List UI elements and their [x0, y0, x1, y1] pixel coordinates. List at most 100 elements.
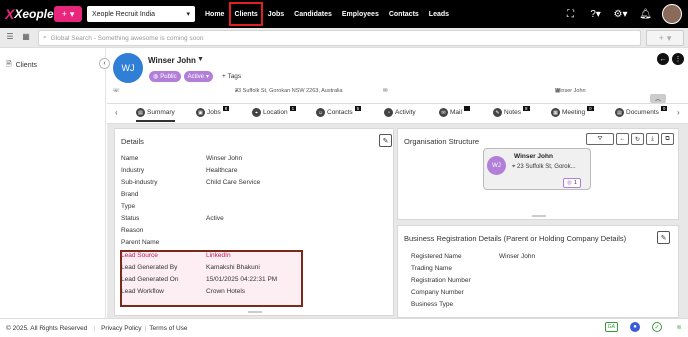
field-company-number: Company Number [411, 289, 464, 296]
org-node-count[interactable]: ◍ 1 [563, 178, 581, 188]
check-circle-icon[interactable]: ✓ [652, 322, 662, 332]
field-type: Type [121, 203, 311, 210]
sidebar-collapse-button[interactable]: ‹ [99, 58, 110, 69]
nav-jobs[interactable]: Jobs [263, 0, 289, 28]
add-tags-button[interactable]: + Tags [222, 73, 241, 80]
business-title: Business Registration Details (Parent or… [404, 234, 627, 243]
edit-business-button[interactable]: ✎ [657, 231, 670, 244]
field-industry: Industry Healthcare [121, 167, 311, 174]
nav-employees[interactable]: Employees [337, 0, 384, 28]
summary-icon: ▤ [136, 108, 145, 117]
field-lead-generated-on: Lead Generated On 15/01/2025 04:22:31 PM [121, 276, 311, 283]
globe-icon: ◍ [153, 74, 159, 80]
status-badge[interactable]: Active ▾ [183, 71, 213, 82]
notification-bell-icon[interactable]: 🔔︎ [633, 9, 658, 20]
nav-home[interactable]: Home [200, 0, 229, 28]
search-icon: ⌕ [43, 34, 47, 41]
chevron-up-icon: ︿ [654, 97, 661, 103]
field-value: Winser John [499, 253, 536, 260]
mail-icon: ✉ [439, 108, 448, 117]
resize-grip[interactable] [532, 215, 546, 217]
external-link-icon[interactable]: ⧉ [661, 133, 674, 145]
download-icon[interactable]: ⤓ [646, 133, 659, 145]
help-icon[interactable]: ?▾ [583, 9, 608, 20]
field-value: Crown Hotels [206, 288, 246, 295]
field-registration-number: Registration Number [411, 277, 471, 284]
field-label: Brand [121, 191, 139, 198]
field-value: 15/01/2025 04:22:31 PM [206, 276, 278, 283]
tab-label: Location [263, 109, 288, 116]
org-node-address-value: 23 Suffolk St, Gorok... [517, 164, 576, 170]
back-arrow-icon[interactable]: ← [657, 53, 669, 65]
user-profile-icon[interactable]: ● [630, 322, 640, 332]
edit-details-button[interactable]: ✎ [379, 134, 392, 147]
tab-label: Contacts [327, 109, 353, 116]
field-label: Sub-industry [121, 179, 158, 186]
org-node-card[interactable]: WJ Winser John ⌖ 23 Suffolk St, Gorok...… [483, 148, 591, 190]
nav-leads[interactable]: Leads [424, 0, 454, 28]
tab-label: Meeting [562, 109, 586, 116]
chevron-left-icon: ‹ [103, 60, 106, 67]
document-icon: 🗎︎ [6, 61, 12, 68]
nav-contacts[interactable]: Contacts [384, 0, 424, 28]
footer-icons: GA ● ✓ ≋ [599, 322, 684, 332]
ga-badge[interactable]: GA [604, 322, 618, 332]
settings-gear-icon[interactable]: ⚙▾ [608, 9, 633, 20]
tab-label: Jobs [207, 109, 221, 116]
sidebar-item-clients[interactable]: 🗎︎ Clients [6, 60, 37, 71]
add-record-button[interactable]: + ▾ [646, 30, 684, 46]
org-node-name: Winser John [514, 153, 553, 160]
field-value: Kamakshi Bhakuni [206, 264, 260, 271]
tab-count: 8 [522, 106, 530, 111]
nav-candidates[interactable]: Candidates [289, 0, 337, 28]
logo-x-mark: X [5, 6, 15, 22]
list-view-icon[interactable]: ☰ [3, 32, 17, 44]
grid-view-icon[interactable]: ▦ [19, 32, 33, 44]
field-label: Lead Workflow [121, 288, 164, 295]
tab-jobs[interactable]: ▣ Jobs 8 [196, 106, 230, 117]
search-placeholder: Global Search - Something awesome is com… [50, 34, 204, 42]
terms-of-use-link[interactable]: Terms of Use [149, 325, 187, 332]
public-badge[interactable]: ◍ Public [149, 71, 181, 82]
pencil-icon: ✎ [660, 234, 667, 242]
client-phone-value: -- [113, 88, 117, 94]
copyright-text: © 2025. All Rights Reserved [6, 324, 88, 332]
privacy-policy-link[interactable]: Privacy Policy [101, 325, 141, 332]
client-menu-caret-icon[interactable]: ▼ [197, 56, 204, 63]
user-avatar[interactable] [662, 4, 682, 24]
org-node-address: ⌖ 23 Suffolk St, Gorok... [512, 164, 576, 171]
chevron-down-icon: ▾ [69, 8, 75, 19]
quick-add-button[interactable]: + ▾ [54, 6, 82, 22]
tags-label: Tags [227, 73, 242, 80]
tab-documents[interactable]: ▤ Documents 0 [615, 106, 668, 117]
tab-contacts[interactable]: ☺ Contacts 5 [316, 106, 362, 117]
field-label: Lead Generated By [121, 264, 178, 271]
resize-grip[interactable] [248, 311, 262, 313]
tab-summary[interactable]: ▤ Summary [136, 108, 175, 122]
tab-label: Activity [395, 109, 416, 116]
search-bar-row: ☰ ▦ ⌕ Global Search - Something awesome … [0, 28, 688, 48]
company-select[interactable]: Xeople Recruit India ▾ [87, 6, 195, 22]
collapse-header-button[interactable]: ︿ [650, 94, 666, 103]
org-title: Organisation Structure [404, 137, 480, 146]
nav-clients[interactable]: Clients [229, 2, 263, 26]
tab-notes[interactable]: ✎ Notes 8 [493, 106, 530, 117]
field-value: LinkedIn [206, 252, 231, 259]
tab-mail[interactable]: ✉ Mail [439, 106, 471, 117]
filter-icon[interactable]: ⛛ [586, 133, 614, 145]
more-options-icon[interactable]: ⋮ [672, 53, 684, 65]
tab-activity[interactable]: ◔ Activity [384, 108, 416, 117]
tab-location[interactable]: ⌖ Location 1 [252, 106, 297, 117]
tab-meeting[interactable]: ▦ Meeting 0 [551, 106, 594, 117]
field-reason: Reason [121, 227, 311, 234]
fullscreen-icon[interactable]: ⛶ [558, 9, 583, 20]
tabs-scroll-right-icon[interactable]: › [677, 108, 680, 117]
tabs-scroll-left-icon[interactable]: ‹ [115, 108, 118, 117]
tab-count: 8 [222, 106, 230, 111]
xeople-logo[interactable]: X Xeople [0, 0, 54, 28]
back-arrow-icon[interactable]: ← [616, 133, 629, 145]
refresh-icon[interactable]: ↻ [631, 133, 644, 145]
field-lead-source: Lead Source LinkedIn [121, 252, 311, 259]
briefcase-icon: ▣ [196, 108, 205, 117]
global-search-input[interactable]: ⌕ Global Search - Something awesome is c… [38, 30, 641, 46]
